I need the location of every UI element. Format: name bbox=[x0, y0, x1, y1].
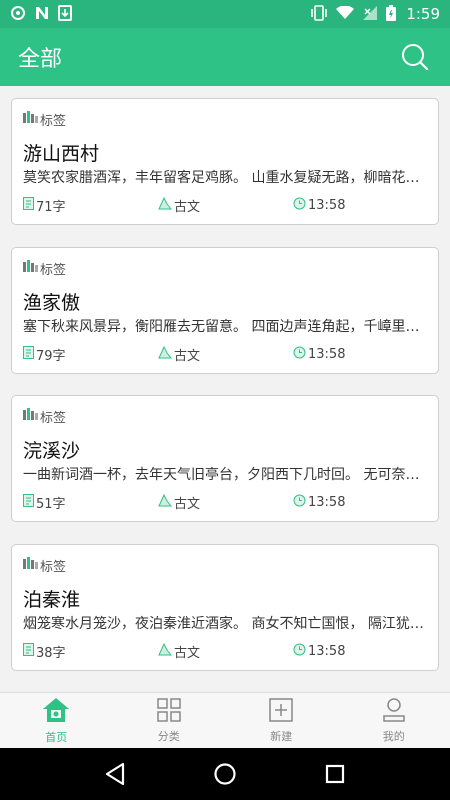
word-count: 79字 bbox=[23, 345, 158, 364]
timestamp: 13:58 bbox=[293, 494, 345, 511]
meta-row: 71字 古文 13:58 bbox=[23, 196, 427, 215]
category: 古文 bbox=[158, 493, 293, 512]
tag-label: 标签 bbox=[40, 410, 67, 426]
tag-label: 标签 bbox=[40, 262, 67, 278]
timestamp: 13:58 bbox=[293, 346, 345, 363]
tab-new[interactable]: 新建 bbox=[225, 693, 338, 748]
word-count: 38字 bbox=[23, 642, 158, 661]
note-title: 渔家傲 bbox=[23, 292, 81, 314]
status-bar: 1:59 bbox=[0, 0, 450, 28]
tag-icon bbox=[23, 557, 38, 573]
document-icon bbox=[23, 196, 34, 214]
tag-label: 标签 bbox=[40, 113, 67, 129]
signal-icon bbox=[362, 5, 378, 23]
page-title: 全部 bbox=[18, 47, 63, 72]
tag-label: 标签 bbox=[40, 559, 67, 575]
tab-label: 新建 bbox=[270, 729, 293, 743]
tag-icon bbox=[23, 111, 38, 127]
note-list[interactable]: 标签 游山西村 莫笑农家腊酒浑，丰年留客足鸡豚。 山重水复疑无路，柳暗花明又一村… bbox=[0, 86, 450, 692]
note-card[interactable]: 标签 浣溪沙 一曲新词酒一杯，去年天气旧亭台，夕阳西下几时回。 无可奈何花落去。… bbox=[11, 395, 439, 522]
back-icon[interactable] bbox=[95, 754, 135, 794]
timestamp: 13:58 bbox=[293, 643, 345, 660]
category-icon bbox=[158, 493, 173, 511]
tag-row: 标签 bbox=[23, 555, 427, 575]
system-navigation-bar bbox=[0, 748, 450, 800]
category-icon bbox=[158, 642, 173, 660]
category: 古文 bbox=[158, 196, 293, 215]
note-card[interactable]: 标签 泊秦淮 烟笼寒水月笼沙，夜泊秦淮近酒家。 商女不知亡国恨， 隔江犹唱后庭花… bbox=[11, 544, 439, 671]
tag-row: 标签 bbox=[23, 258, 427, 278]
clock-icon bbox=[293, 643, 306, 660]
note-title: 泊秦淮 bbox=[23, 589, 81, 611]
add-box-icon bbox=[269, 697, 293, 726]
note-title: 浣溪沙 bbox=[23, 440, 81, 462]
note-excerpt: 烟笼寒水月笼沙，夜泊秦淮近酒家。 商女不知亡国恨， 隔江犹唱后庭花。 bbox=[23, 616, 427, 632]
note-card[interactable]: 标签 渔家傲 塞下秋来风景异，衡阳雁去无留意。 四面边声连角起，千嶂里，长烟落日… bbox=[11, 247, 439, 374]
tag-icon bbox=[23, 260, 38, 276]
note-excerpt: 塞下秋来风景异，衡阳雁去无留意。 四面边声连角起，千嶂里，长烟落日孤城闭。 bbox=[23, 319, 427, 335]
tab-label: 分类 bbox=[157, 729, 180, 743]
tab-mine[interactable]: 我的 bbox=[338, 693, 450, 748]
swirl-notification-icon bbox=[10, 5, 26, 24]
wifi-icon bbox=[336, 4, 355, 23]
clock: 1:59 bbox=[406, 5, 440, 23]
meta-row: 51字 古文 13:58 bbox=[23, 493, 427, 512]
note-excerpt: 一曲新词酒一杯，去年天气旧亭台，夕阳西下几时回。 无可奈何花落去。 bbox=[23, 467, 427, 483]
category: 古文 bbox=[158, 345, 293, 364]
word-count: 71字 bbox=[23, 196, 158, 215]
profile-icon bbox=[382, 697, 406, 726]
search-icon[interactable] bbox=[398, 40, 432, 74]
vibrate-icon bbox=[310, 4, 328, 24]
category-icon bbox=[158, 345, 173, 363]
battery-icon bbox=[386, 4, 397, 24]
note-title: 游山西村 bbox=[23, 143, 100, 165]
clock-icon bbox=[293, 346, 306, 363]
tag-row: 标签 bbox=[23, 109, 427, 129]
home-nav-icon[interactable] bbox=[205, 754, 245, 794]
tag-icon bbox=[23, 408, 38, 424]
app-bar: 全部 bbox=[0, 28, 450, 86]
clock-icon bbox=[293, 494, 306, 511]
home-icon bbox=[42, 697, 70, 727]
word-count: 51字 bbox=[23, 493, 158, 512]
tab-home[interactable]: 首页 bbox=[0, 693, 113, 748]
bottom-tab-bar: 首页 分类 新建 我的 bbox=[0, 692, 450, 748]
tab-label: 我的 bbox=[382, 729, 405, 743]
category: 古文 bbox=[158, 642, 293, 661]
clock-icon bbox=[293, 197, 306, 214]
meta-row: 79字 古文 13:58 bbox=[23, 345, 427, 364]
document-icon bbox=[23, 345, 34, 363]
timestamp: 13:58 bbox=[293, 197, 345, 214]
meta-row: 38字 古文 13:58 bbox=[23, 642, 427, 661]
recents-icon[interactable] bbox=[315, 754, 355, 794]
note-card[interactable]: 标签 游山西村 莫笑农家腊酒浑，丰年留客足鸡豚。 山重水复疑无路，柳暗花明又一村… bbox=[11, 98, 439, 225]
n-notification-icon bbox=[34, 5, 50, 24]
document-icon bbox=[23, 493, 34, 511]
document-icon bbox=[23, 642, 34, 660]
tab-label: 首页 bbox=[45, 730, 68, 744]
tab-category[interactable]: 分类 bbox=[113, 693, 226, 748]
note-excerpt: 莫笑农家腊酒浑，丰年留客足鸡豚。 山重水复疑无路，柳暗花明又一村。 bbox=[23, 170, 427, 186]
download-notification-icon bbox=[58, 4, 72, 24]
tag-row: 标签 bbox=[23, 406, 427, 426]
grid-icon bbox=[157, 697, 181, 726]
category-icon bbox=[158, 196, 173, 214]
